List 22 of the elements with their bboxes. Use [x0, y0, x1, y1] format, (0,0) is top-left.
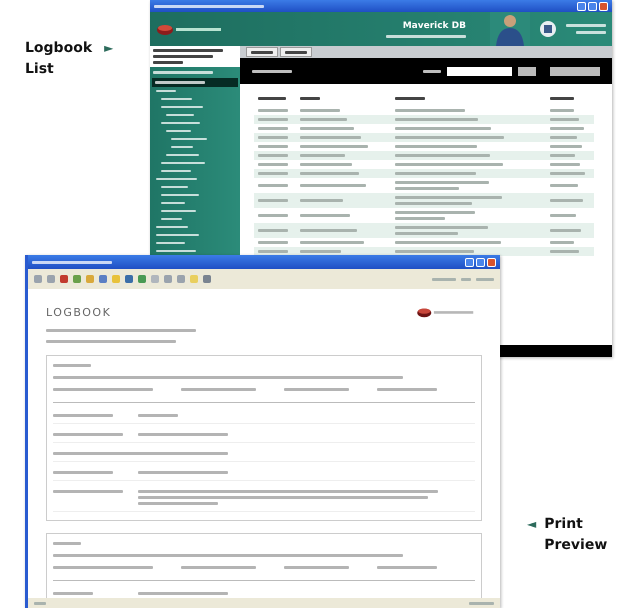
table-row[interactable]: [254, 115, 594, 124]
person-drawing: [490, 12, 530, 46]
arrow-icon: ►: [104, 38, 114, 59]
callout-label: Logbook: [25, 39, 92, 58]
callout-label: Print: [544, 515, 583, 534]
action-button[interactable]: [550, 66, 600, 76]
app-title: Maverick DB: [402, 20, 466, 30]
search-button[interactable]: [518, 66, 536, 76]
table-row[interactable]: [254, 169, 594, 178]
search-field[interactable]: [447, 66, 512, 76]
table-row[interactable]: [254, 193, 594, 208]
tab[interactable]: [246, 47, 278, 57]
tab[interactable]: [280, 47, 312, 57]
table-row[interactable]: [254, 151, 594, 160]
document-title: LOGBOOK: [46, 306, 112, 318]
table-row[interactable]: [254, 133, 594, 142]
table-row[interactable]: [254, 223, 594, 238]
arrow-icon: ◄: [527, 514, 536, 535]
table-row[interactable]: [254, 247, 594, 256]
callout-label: List: [25, 60, 54, 79]
emblem-icon: [538, 19, 558, 39]
callout-label: Preview: [544, 536, 608, 555]
